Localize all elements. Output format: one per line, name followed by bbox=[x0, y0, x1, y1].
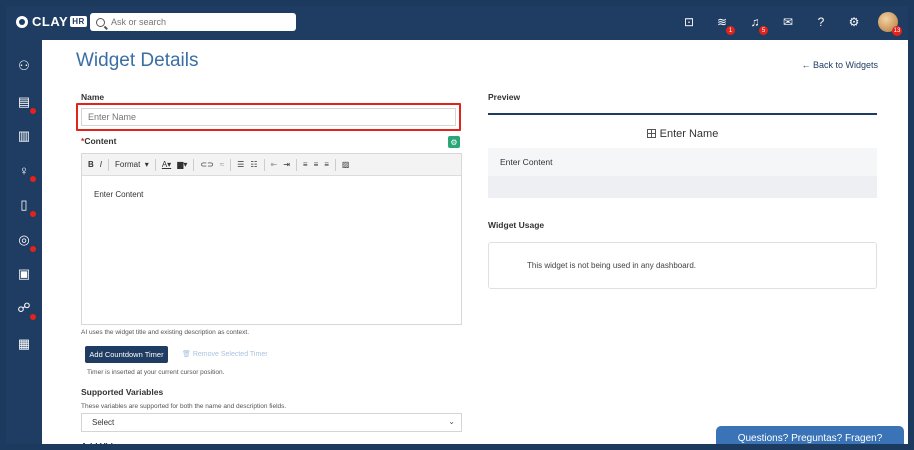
widget-usage-card: This widget is not being used in any das… bbox=[488, 242, 877, 289]
variables-hint: These variables are supported for both t… bbox=[81, 403, 287, 410]
page-title: Widget Details bbox=[76, 50, 199, 71]
app-logo[interactable]: CLAY HR bbox=[16, 14, 87, 29]
preview-footer bbox=[488, 176, 877, 198]
help-glyph: ? bbox=[817, 15, 825, 29]
sidebar-item-learning-icon[interactable]: ☍ bbox=[14, 298, 36, 320]
supported-variables-label: Supported Variables bbox=[81, 387, 164, 397]
outdent-icon[interactable]: ⇤ bbox=[271, 160, 278, 169]
add-countdown-timer-button[interactable]: Add Countdown Timer bbox=[85, 346, 168, 363]
sidebar: ⚇ ▤ ▥ ♀ ▯ ◎ ▣ ☍ ▦ bbox=[6, 40, 42, 444]
avatar-badge: 13 bbox=[892, 26, 902, 36]
sidebar-item-documents-icon[interactable]: ▯ bbox=[14, 195, 36, 217]
gear-icon[interactable]: ⚙ bbox=[845, 13, 863, 31]
calendar-glyph: ⊡ bbox=[683, 15, 695, 29]
divider bbox=[334, 158, 336, 171]
avatar[interactable]: 13 bbox=[878, 12, 902, 36]
editor-text: Enter Content bbox=[94, 190, 144, 199]
search-icon bbox=[96, 17, 105, 27]
bold-button[interactable]: B bbox=[88, 160, 94, 169]
chevron-down-icon: ⌄ bbox=[448, 417, 455, 426]
bg-color-button[interactable]: ▆▾ bbox=[177, 160, 187, 169]
divider bbox=[230, 158, 232, 171]
timer-hint: Timer is inserted at your current cursor… bbox=[87, 369, 225, 376]
divider bbox=[263, 158, 265, 171]
mail-glyph: ✉ bbox=[782, 15, 794, 29]
logo-text: CLAY bbox=[32, 14, 69, 29]
calendar-icon[interactable]: ⊡ bbox=[680, 13, 698, 31]
preview-divider bbox=[488, 113, 877, 115]
content-label: *Content bbox=[81, 136, 116, 146]
sidebar-item-clipboard-icon[interactable]: ▦ bbox=[14, 334, 34, 354]
editor-toolbar: B I Format ▾ A▾ ▆▾ ⊂⊃ ≈ ☰ ☷ ⇤ ⇥ ≡ ≡ ≡ ▨ bbox=[82, 154, 461, 176]
sidebar-item-ideas-icon[interactable]: ♀ bbox=[14, 160, 36, 182]
italic-button[interactable]: I bbox=[100, 160, 102, 169]
preview-content: Enter Content bbox=[488, 148, 877, 176]
bell-badge: 5 bbox=[759, 26, 768, 35]
main-content: Widget Details ← Back to Widgets Name *C… bbox=[42, 40, 908, 450]
sidebar-item-people-icon[interactable]: ⚇ bbox=[14, 56, 34, 76]
widget-grid-icon bbox=[646, 129, 656, 138]
help-icon[interactable]: ? bbox=[812, 13, 830, 31]
mail-icon[interactable]: ✉ bbox=[779, 13, 797, 31]
sidebar-item-analytics-icon[interactable]: ▥ bbox=[14, 126, 34, 146]
content-label-text: Content bbox=[84, 136, 117, 146]
divider bbox=[295, 158, 297, 171]
divider bbox=[193, 158, 195, 171]
unlink-icon[interactable]: ≈ bbox=[220, 160, 224, 169]
gear-glyph: ⚙ bbox=[848, 15, 860, 29]
image-icon[interactable]: ▨ bbox=[342, 160, 350, 169]
notification-dot bbox=[30, 246, 36, 252]
app-window: CLAY HR ⊡ ≋1 ♫5 ✉ ? ⚙ 13 ⚇ ▤ ▥ ♀ ▯ ◎ ▣ ☍… bbox=[0, 0, 914, 450]
name-label: Name bbox=[81, 92, 105, 102]
bell-icon[interactable]: ♫ 5 bbox=[746, 13, 768, 35]
remove-selected-timer-button[interactable]: 🗑 Remove Selected Timer bbox=[182, 350, 268, 358]
align-right-icon[interactable]: ≡ bbox=[324, 160, 329, 169]
content-editor[interactable]: B I Format ▾ A▾ ▆▾ ⊂⊃ ≈ ☰ ☷ ⇤ ⇥ ≡ ≡ ≡ ▨ … bbox=[81, 153, 462, 325]
link-icon[interactable]: ⊂⊃ bbox=[200, 160, 213, 169]
preview-name: Enter Name bbox=[488, 128, 877, 140]
text-color-button[interactable]: A▾ bbox=[162, 160, 171, 169]
back-to-widgets-link[interactable]: ← Back to Widgets bbox=[801, 60, 878, 70]
top-bar: CLAY HR ⊡ ≋1 ♫5 ✉ ? ⚙ 13 bbox=[6, 6, 908, 40]
variables-select[interactable]: Select ⌄ bbox=[81, 413, 462, 432]
top-bar-icons: ⊡ ≋ 1 ♫ 5 ✉ ? ⚙ 13 bbox=[680, 12, 902, 36]
logo-mark-icon bbox=[16, 15, 28, 28]
format-dropdown[interactable]: Format ▾ bbox=[115, 160, 149, 169]
notification-dot bbox=[30, 314, 36, 320]
notification-dot bbox=[30, 108, 36, 114]
bell-glyph: ♫ bbox=[750, 15, 760, 29]
divider bbox=[108, 158, 110, 171]
widget-usage-label: Widget Usage bbox=[488, 220, 545, 230]
preview-name-text: Enter Name bbox=[659, 128, 719, 140]
divider bbox=[154, 158, 156, 171]
bulleted-list-icon[interactable]: ☷ bbox=[250, 160, 257, 169]
sidebar-item-recognition-icon[interactable]: ◎ bbox=[14, 230, 36, 252]
notification-dot bbox=[30, 211, 36, 217]
layers-icon[interactable]: ≋ 1 bbox=[713, 13, 735, 35]
help-chat-tab[interactable]: Questions? Preguntas? Fragen? bbox=[716, 426, 904, 444]
select-value: Select bbox=[92, 418, 115, 427]
align-left-icon[interactable]: ≡ bbox=[303, 160, 308, 169]
search-input[interactable] bbox=[111, 17, 281, 27]
align-center-icon[interactable]: ≡ bbox=[314, 160, 319, 169]
format-label: Format bbox=[115, 160, 141, 169]
sidebar-item-tasks-icon[interactable]: ▤ bbox=[14, 92, 36, 114]
ai-assist-button[interactable]: ⚙ bbox=[448, 136, 460, 148]
layers-glyph: ≋ bbox=[716, 15, 728, 29]
indent-icon[interactable]: ⇥ bbox=[283, 160, 290, 169]
name-field-highlight bbox=[76, 103, 461, 131]
logo-suffix: HR bbox=[70, 16, 87, 27]
remove-timer-label: Remove Selected Timer bbox=[192, 351, 268, 358]
add-video-label: Add Video bbox=[81, 441, 123, 450]
preview-label: Preview bbox=[488, 92, 521, 102]
name-input[interactable] bbox=[81, 108, 456, 126]
ai-hint: AI uses the widget title and existing de… bbox=[81, 329, 250, 336]
numbered-list-icon[interactable]: ☰ bbox=[237, 160, 244, 169]
notification-dot bbox=[30, 176, 36, 182]
sidebar-item-reports-icon[interactable]: ▣ bbox=[14, 264, 34, 284]
search-bar[interactable] bbox=[90, 13, 296, 31]
layers-badge: 1 bbox=[726, 26, 735, 35]
